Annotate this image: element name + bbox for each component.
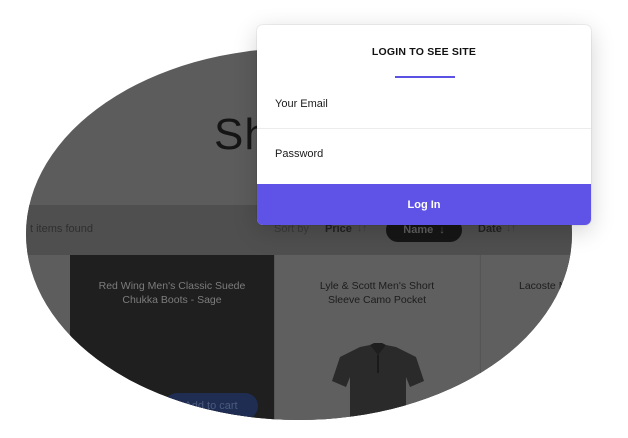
login-modal: LOGIN TO SEE SITE Log In [257,25,591,225]
product-name: Red Wing Men's Classic Suede Chukka Boot… [98,280,246,306]
login-title: LOGIN TO SEE SITE [371,46,477,58]
sort-down-arrow-icon: ↓ [439,224,445,236]
product-name: Lyle & Scott Men's Short Sleeve Camo Poc… [319,280,435,306]
polo-shirt-image [332,343,424,420]
items-found-count: t items found [30,223,93,235]
email-field[interactable] [257,79,591,129]
title-underline [395,76,455,78]
login-button[interactable]: Log In [257,184,591,225]
product-grid: Red Wing Men's Classic Suede Chukka Boot… [26,255,572,420]
product-card[interactable]: Lyle & Scott Men's Short Sleeve Camo Poc… [274,255,479,420]
password-field[interactable] [257,129,591,179]
product-card[interactable]: Lacoste M… [480,255,572,420]
add-to-cart-button[interactable]: Add to cart [164,393,258,419]
sort-name-label: Name [403,224,434,236]
quantity-stepper[interactable] [100,393,156,417]
product-card[interactable]: Red Wing Men's Classic Suede Chukka Boot… [70,255,274,420]
product-name: Lacoste M… [519,280,572,292]
